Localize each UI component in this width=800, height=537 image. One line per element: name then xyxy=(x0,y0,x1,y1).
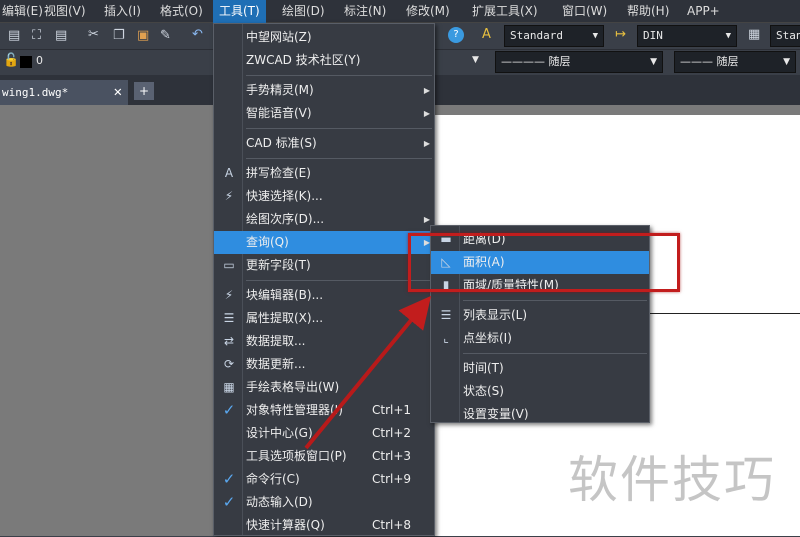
watermark: 软件技巧 xyxy=(568,451,776,509)
arrow-line xyxy=(304,295,432,450)
